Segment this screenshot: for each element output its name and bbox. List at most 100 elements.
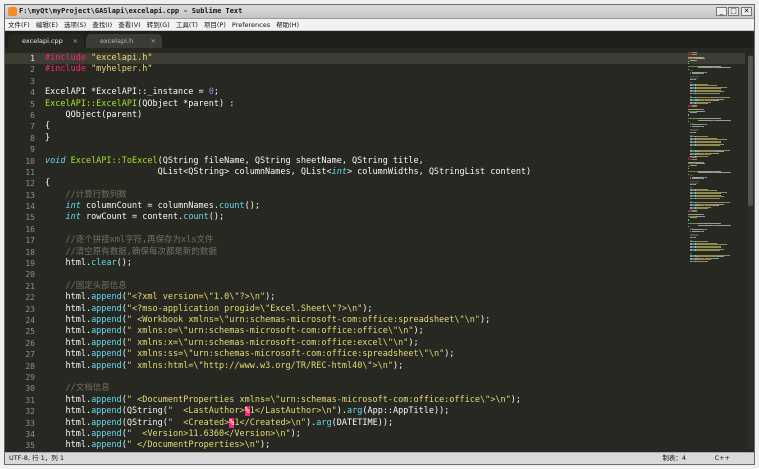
menu-selection[interactable]: 选项(S) — [61, 19, 89, 31]
menu-edit[interactable]: 编辑(E) — [33, 19, 61, 31]
code-line: html.append(QString(" <LastAuthor>%1</La… — [45, 406, 685, 417]
code-line: int rowCount = content.count(); — [45, 212, 685, 223]
code-token: QList<QString> columnNames, QList< — [45, 166, 332, 177]
scrollbar-thumb[interactable] — [748, 56, 753, 206]
maximize-button[interactable]: □ — [728, 7, 739, 16]
minimap-stroke — [696, 110, 705, 112]
code-token: html. — [45, 258, 92, 269]
code-line: html.append(QString(" <Created>%1</Creat… — [45, 417, 685, 429]
line-number: 34 — [25, 429, 35, 439]
minimap-stroke — [694, 131, 696, 133]
code-token: 1</LastAuthor>\n" — [249, 406, 337, 417]
minimap-stroke — [706, 103, 708, 104]
minimap-stroke — [696, 163, 705, 164]
code-token: #include — [45, 64, 92, 75]
minimap-stroke — [718, 250, 720, 251]
line-number: 30 — [25, 384, 35, 394]
code-token: ); — [393, 360, 404, 371]
minimap-stroke — [695, 197, 719, 199]
minimize-button[interactable]: _ — [716, 7, 727, 16]
code-line: ExcelAPI::ExcelAPI(QObject *parent) : — [45, 99, 685, 110]
code-line: //清空原有数据,确保每次都是新的数据 — [45, 247, 685, 258]
line-number: 14 — [25, 202, 35, 212]
line-number: 16 — [25, 224, 35, 234]
menu-view[interactable]: 查看(V) — [115, 19, 144, 31]
code-area[interactable]: #include "excelapi.h" #include "myhelper.… — [45, 53, 685, 452]
code-token: "<?xml version=\"1.0\"?>\n" — [126, 292, 266, 303]
code-token: arg — [346, 406, 363, 417]
line-number: 24 — [25, 315, 35, 325]
code-token: int — [65, 212, 81, 223]
code-line: html.append(" xmlns:html=\"http://www.w3… — [45, 361, 685, 372]
minimap-stroke — [705, 71, 707, 73]
minimap-stroke — [714, 224, 731, 226]
minimap-stroke — [694, 184, 696, 185]
menu-find[interactable]: 查找(I) — [89, 19, 115, 31]
title-bar[interactable]: F:\myQt\myProject\GASlapi\excelapi.cpp -… — [5, 5, 754, 19]
close-window-button[interactable]: ✕ — [741, 7, 752, 16]
code-line: //固定头部信息 — [45, 281, 685, 292]
code-editor[interactable]: 1 2 3 4 5 6 7 8 9 10 11 12 13 14 15 16 17 18 19 20 21 22 23 24 2… — [5, 48, 754, 454]
line-number: 18 — [25, 247, 35, 257]
code-token: " <Workbook xmlns=\"urn:schemas-microsof… — [126, 314, 481, 325]
code-token: append — [91, 360, 122, 371]
code-token: append — [91, 326, 122, 337]
tab-label: excelapi.h — [100, 37, 134, 45]
menu-help[interactable]: 帮助(H) — [273, 19, 302, 31]
code-token: #include — [45, 53, 92, 63]
menu-file[interactable]: 文件(F) — [5, 19, 33, 31]
line-number: 29 — [25, 372, 35, 382]
tab-excelapi-cpp[interactable]: excelapi.cpp × — [8, 34, 84, 48]
code-token: ); — [259, 440, 271, 451]
code-token: ; — [213, 87, 220, 98]
line-number: 6 — [30, 110, 35, 120]
menu-preferences[interactable]: Preferences — [229, 19, 273, 31]
line-number: 21 — [25, 281, 35, 291]
line-number: 28 — [25, 361, 35, 371]
status-syntax[interactable]: C++ — [715, 453, 730, 464]
code-token: ); — [362, 303, 373, 314]
line-number: 3 — [30, 76, 35, 86]
menu-goto[interactable]: 转到(G) — [144, 19, 173, 31]
code-token: (QString( — [121, 417, 168, 428]
code-token: { — [45, 178, 51, 189]
minimap-stroke — [689, 164, 697, 166]
editor-window: F:\myQt\myProject\GASlapi\excelapi.cpp -… — [4, 4, 755, 465]
minimap[interactable] — [688, 52, 746, 262]
code-token: ); — [510, 394, 521, 405]
code-token: append — [91, 440, 122, 451]
code-token: append — [91, 349, 122, 360]
line-number: 26 — [25, 338, 35, 348]
code-token: append — [91, 428, 122, 439]
line-number: 2 — [30, 65, 35, 75]
minimap-stroke — [728, 97, 730, 98]
code-token: ); — [444, 349, 455, 360]
tab-close-icon[interactable]: × — [151, 34, 156, 48]
code-token: " <Created> — [167, 417, 230, 428]
tab-close-icon[interactable]: × — [73, 34, 78, 48]
code-token: html. — [45, 394, 92, 405]
menu-tools[interactable]: 工具(T) — [173, 19, 201, 31]
minimap-stroke — [694, 236, 696, 238]
menu-project[interactable]: 项目(P) — [201, 19, 229, 31]
tab-label: excelapi.cpp — [22, 37, 63, 45]
line-number: 12 — [25, 179, 35, 189]
code-token: { — [45, 121, 51, 132]
code-token: ExcelAPI::ToExcel — [70, 155, 158, 166]
code-token: " <DocumentProperties xmlns=\"urn:schema… — [126, 394, 511, 405]
minimap-stroke — [696, 58, 705, 59]
minimap-stroke — [706, 155, 708, 157]
code-line: int columnCount = columnNames.count(); — [45, 201, 685, 212]
code-token: rowCount = content. — [80, 212, 184, 223]
minimap-stroke — [709, 259, 711, 260]
tab-excelapi-h[interactable]: excelapi.h × — [86, 34, 162, 48]
minimap-stroke — [726, 139, 728, 140]
code-token: columnCount = columnNames. — [80, 201, 220, 212]
code-token: ). — [306, 417, 317, 428]
status-tab-size[interactable]: 制表：4 — [662, 453, 686, 464]
line-number: 10 — [25, 156, 35, 166]
